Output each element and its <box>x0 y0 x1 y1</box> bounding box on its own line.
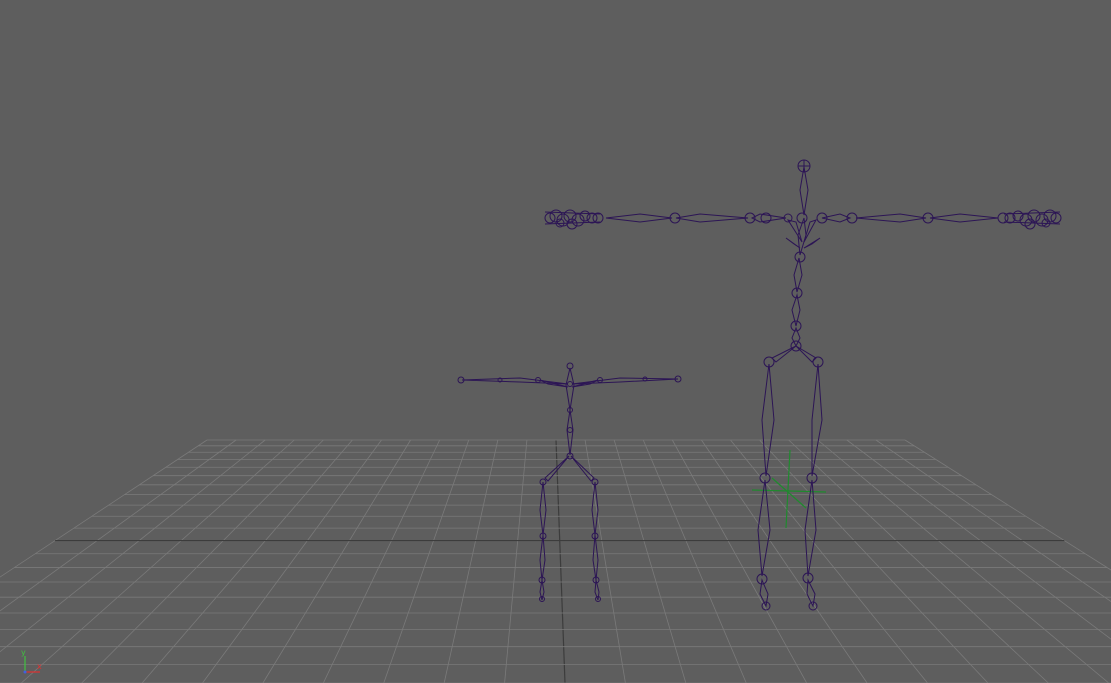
joint-large-neck <box>796 212 808 224</box>
bone-large-hip-r <box>795 345 817 363</box>
bone-small-shin-l <box>539 534 546 581</box>
bone-large-r-lowerarm <box>929 213 999 223</box>
gizmo-y-label: y <box>21 648 26 657</box>
bone-large-r-forearm <box>855 213 927 223</box>
bone-small-thigh-l <box>539 481 547 536</box>
ground-grid <box>0 439 1111 683</box>
bone-large-clav-r2 <box>803 237 821 249</box>
large-left-hand-cluster <box>544 209 601 230</box>
perspective-viewport[interactable]: y x <box>0 0 1111 683</box>
gizmo-x-label: x <box>37 662 42 671</box>
bone-large-head <box>799 166 809 216</box>
joint-large-l-wrist <box>592 212 604 224</box>
view-axis-gizmo: y x <box>21 648 42 674</box>
bone-small-spine <box>565 367 575 411</box>
bone-large-spine1 <box>793 257 803 293</box>
small-skeleton[interactable] <box>457 362 682 602</box>
bone-large-clav-l2 <box>785 237 801 249</box>
bone-large-l-upperarm <box>750 213 787 223</box>
gizmo-origin <box>23 670 27 674</box>
joint-small-neck <box>567 381 573 387</box>
bone-large-neck <box>797 217 807 256</box>
bone-small-shin-r <box>592 534 599 581</box>
bone-large-l-lowerarm <box>605 213 673 223</box>
joint-large-r-arm1 <box>846 212 858 224</box>
large-skeleton[interactable] <box>544 159 1062 611</box>
bone-large-l-forearm <box>675 213 749 223</box>
bone-small-thigh-r <box>591 481 599 536</box>
large-right-hand-cluster <box>1003 209 1062 230</box>
manip-depth-axis <box>771 477 807 509</box>
joint-small-spine <box>567 427 573 433</box>
bone-large-hip-l <box>771 345 797 363</box>
